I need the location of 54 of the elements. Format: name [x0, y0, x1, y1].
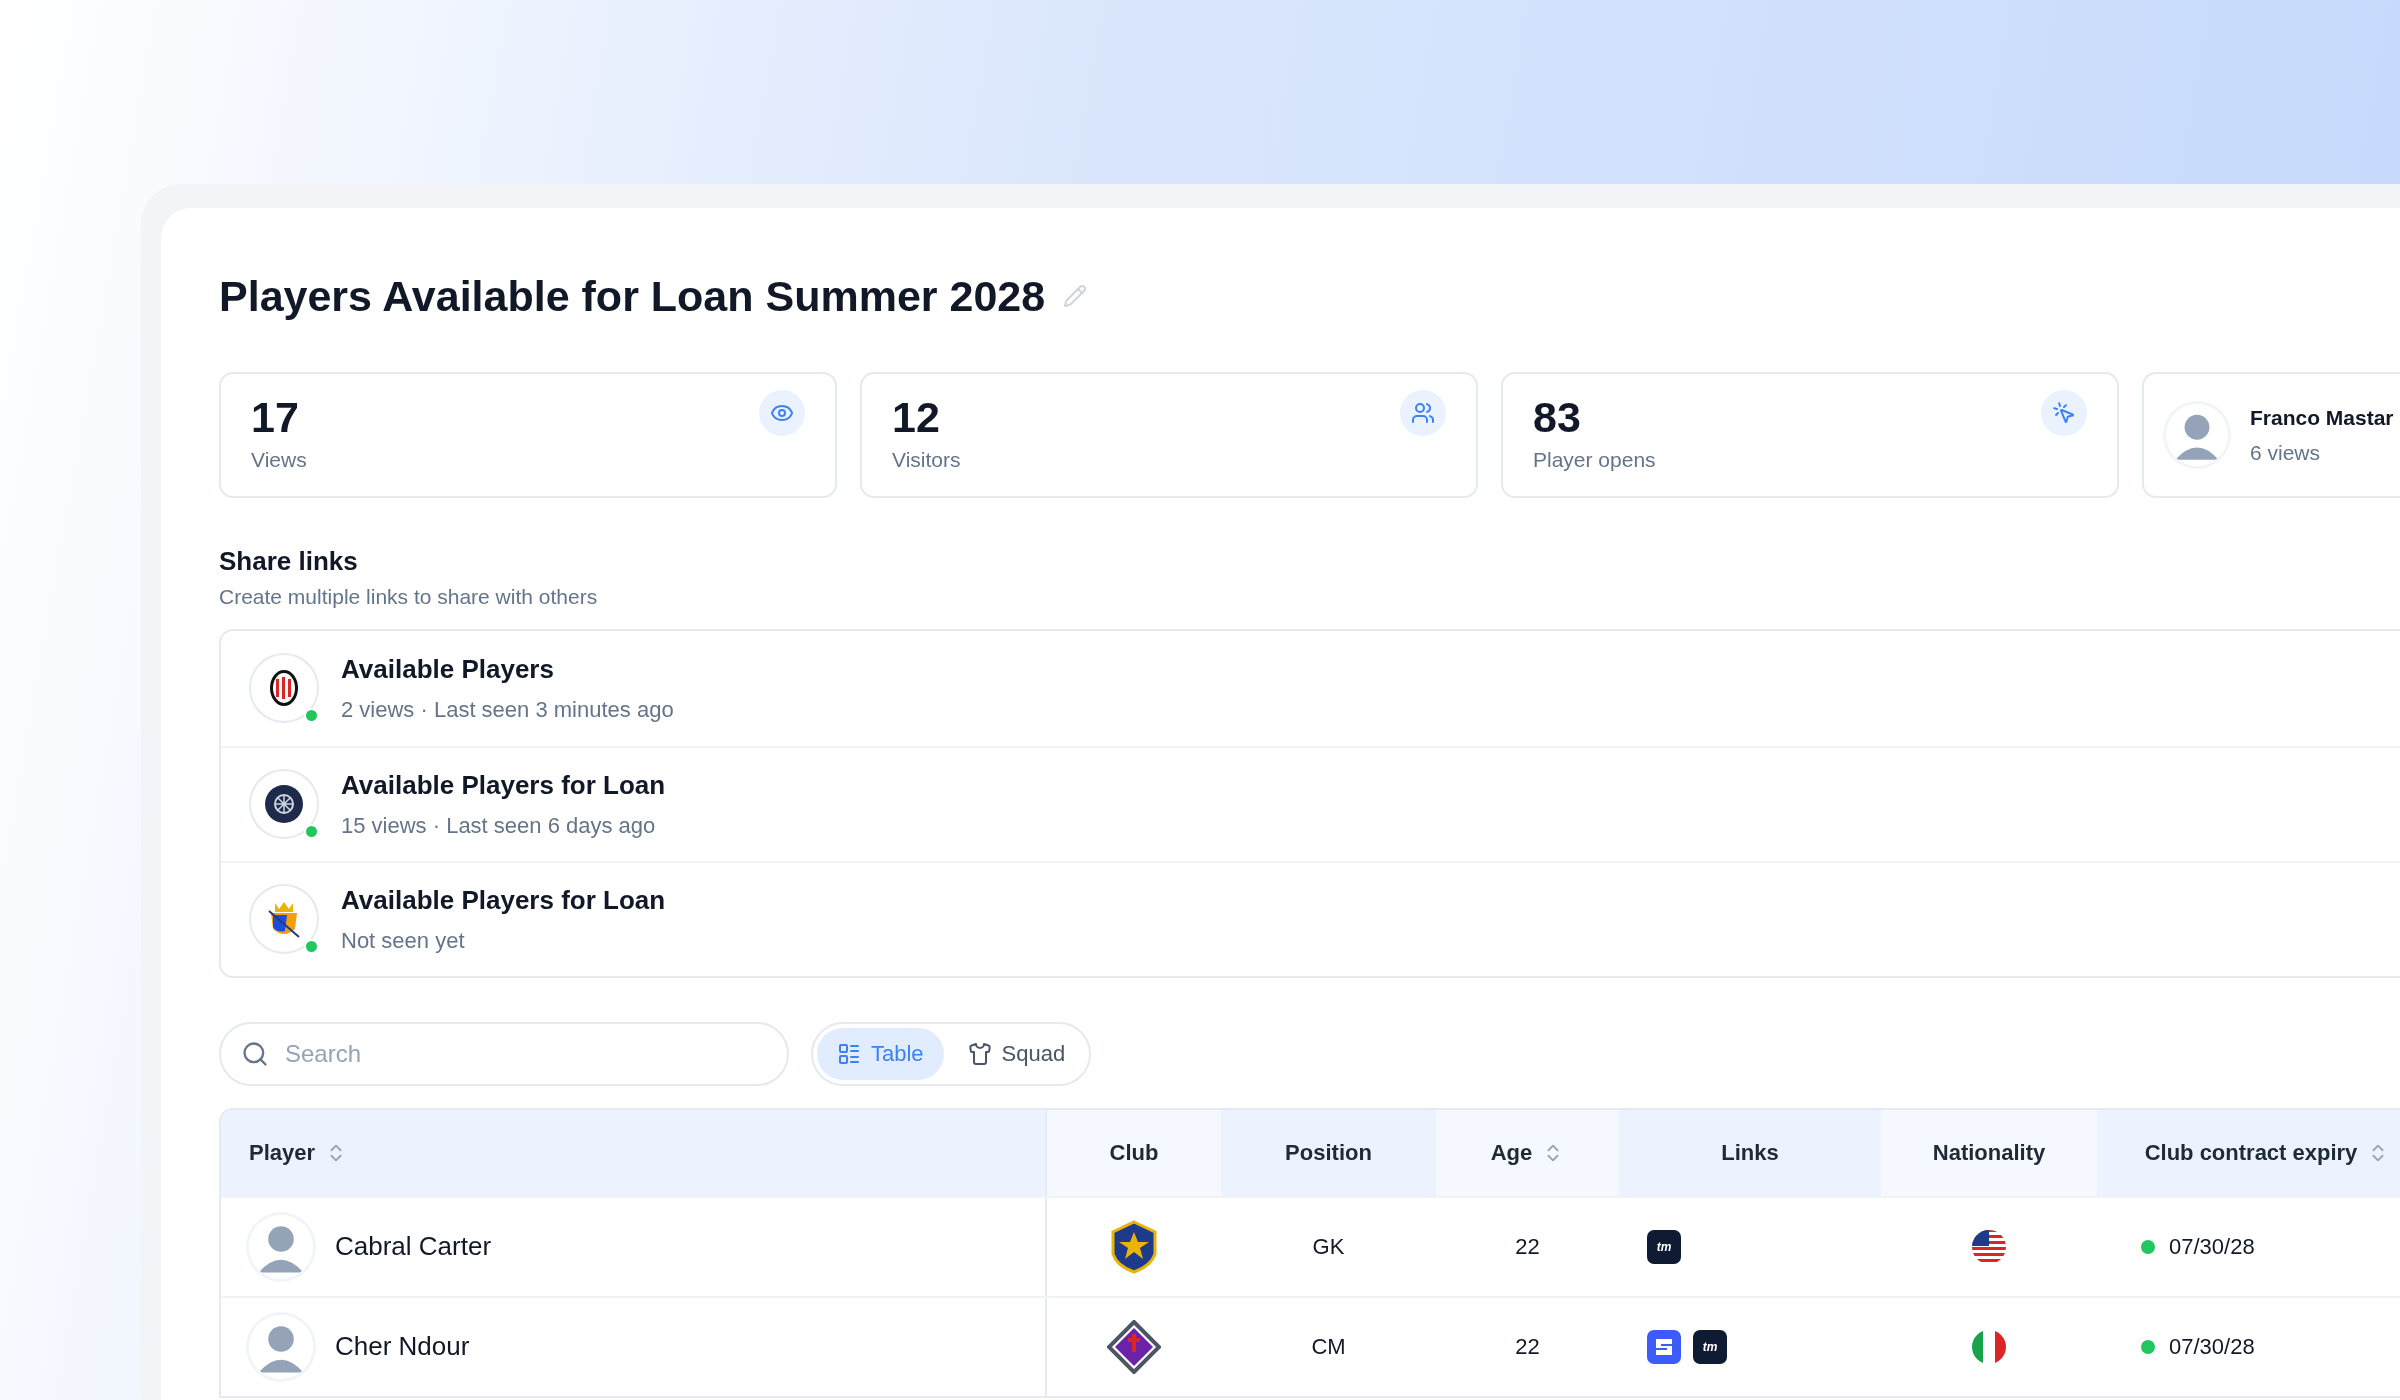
column-header: Nationality	[1881, 1109, 2097, 1196]
share-link-row[interactable]: Available Players for Loan 15 views · Last seen 6 days ago	[221, 745, 2400, 861]
age-cell-text: 22	[1515, 1233, 1540, 1261]
avatar-icon	[2166, 404, 2228, 466]
viewer-views: 6 views	[2250, 440, 2322, 466]
avatar-icon	[249, 1214, 313, 1279]
share-link-meta: 2 views · Last seen 3 minutes ago	[341, 696, 674, 724]
column-header: Position	[1221, 1109, 1436, 1196]
player-name[interactable]: Cabral Carter	[335, 1227, 492, 1266]
age-cell-text: 22	[1515, 1333, 1540, 1361]
contract-date: 07/30/28	[2169, 1333, 2255, 1361]
column-header: Club	[1047, 1109, 1221, 1196]
cursor-click-icon	[2041, 390, 2087, 436]
position-cell-text: CM	[1311, 1333, 1346, 1361]
player-name[interactable]: Cher Ndour	[335, 1327, 470, 1366]
flag-icon	[1971, 1228, 2007, 1265]
section-subtitle: Create multiple links to share with others	[219, 584, 599, 610]
search-icon	[241, 1039, 269, 1068]
share-link-title: Available Players for Loan	[341, 884, 666, 917]
column-header[interactable]: Age	[1436, 1109, 1619, 1196]
stat-label: Visitors	[892, 447, 961, 473]
stat-label: Views	[251, 447, 307, 473]
section-title: Share links	[219, 545, 359, 578]
search-field[interactable]: Search	[219, 1021, 789, 1086]
users-icon	[1400, 390, 1446, 436]
club-crest-icon	[264, 784, 304, 824]
column-header[interactable]: Club contract expiry	[2097, 1109, 2400, 1196]
stat-label: Player opens	[1533, 447, 1656, 473]
transfer-site-link[interactable]: tm	[1693, 1329, 1727, 1364]
share-link-meta: 15 views · Last seen 6 days ago	[341, 812, 657, 840]
share-link-meta: Not seen yet	[341, 927, 466, 955]
position-cell-text: GK	[1312, 1233, 1345, 1261]
share-link-row[interactable]: Available Players for Loan Not seen yet	[221, 860, 2400, 976]
viewer-name: Franco Mastar	[2250, 404, 2394, 431]
share-link-title: Available Players	[341, 653, 555, 686]
share-link-row[interactable]: Available Players 2 views · Last seen 3 minutes ago	[221, 630, 2400, 746]
contract-date: 07/30/28	[2169, 1233, 2255, 1261]
stats-site-link-icon[interactable]	[1647, 1329, 1681, 1364]
club-crest-icon	[1107, 1319, 1161, 1374]
column-header: Links	[1619, 1109, 1881, 1196]
view-tab[interactable]: Squad	[947, 1027, 1086, 1080]
stat-value: 17	[251, 392, 300, 443]
stat-value: 83	[1533, 392, 1582, 443]
list-icon	[837, 1041, 861, 1066]
column-header[interactable]: Player	[221, 1109, 1047, 1196]
shirt-icon	[967, 1041, 992, 1066]
transfer-site-link[interactable]: tm	[1647, 1229, 1681, 1264]
share-link-title: Available Players for Loan	[341, 769, 666, 802]
club-crest-icon	[1111, 1219, 1157, 1274]
avatar-icon	[249, 1314, 313, 1379]
club-crest-icon	[269, 669, 299, 707]
page-title: Players Available for Loan Summer 2028	[219, 270, 1046, 322]
eye-icon	[759, 390, 805, 436]
stat-value: 12	[892, 392, 941, 443]
